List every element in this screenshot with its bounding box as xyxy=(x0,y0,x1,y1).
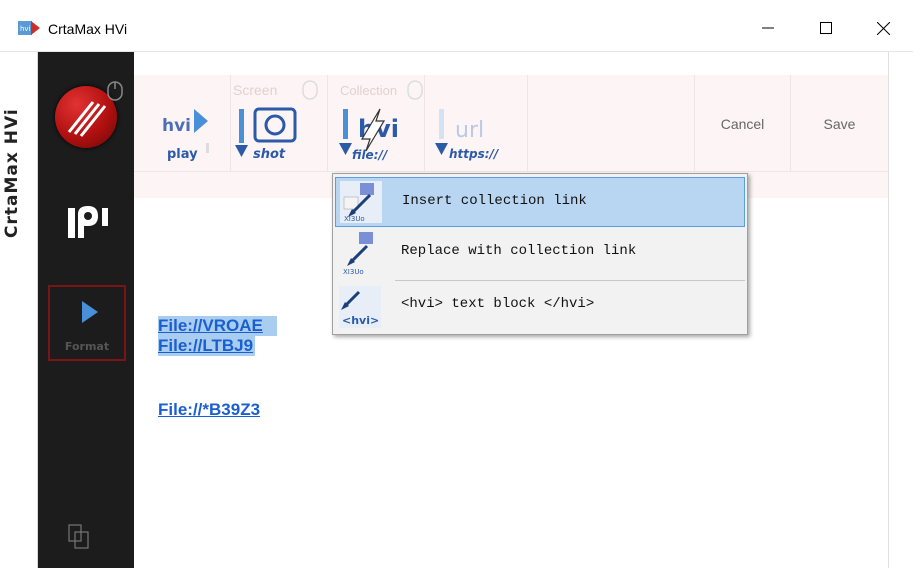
maximize-button[interactable] xyxy=(803,10,849,46)
svg-text:url: url xyxy=(455,118,484,143)
play-arrow-icon xyxy=(82,301,98,323)
svg-text:play: play xyxy=(167,147,198,162)
svg-text:Collection: Collection xyxy=(340,83,397,98)
brand-vertical-label: CrtaMax HVi xyxy=(2,108,22,238)
collection-file-icon: Collection hvi file:// xyxy=(339,80,423,162)
hvi-play-button[interactable]: hvi play xyxy=(134,75,231,172)
url-https-icon: url https:// xyxy=(435,109,500,161)
svg-text:XI3Uo: XI3Uo xyxy=(343,268,364,276)
insert-collection-link-icon: XI3Uo xyxy=(340,181,382,223)
maximize-icon xyxy=(820,22,832,34)
menu-separator xyxy=(395,280,745,281)
menu-item-label: Insert collection link xyxy=(402,193,587,209)
menu-item-hvi-text-block[interactable]: <hvi> <hvi> text block </hvi> xyxy=(335,284,745,332)
menu-item-label: Replace with collection link xyxy=(401,243,637,259)
screenshot-button[interactable]: Screen shot xyxy=(231,75,328,172)
brand-strip: CrtaMax HVi xyxy=(0,52,38,568)
close-icon xyxy=(876,21,890,35)
minimize-icon xyxy=(762,27,774,29)
lp-logo-icon[interactable] xyxy=(64,200,112,242)
collection-file-button[interactable]: Collection hvi file:// xyxy=(328,75,425,172)
minimize-button[interactable] xyxy=(745,10,791,46)
format-button[interactable]: Format xyxy=(48,285,126,361)
context-menu: XI3Uo Insert collection link XI3Uo Repla… xyxy=(332,173,748,335)
menu-item-insert-collection-link[interactable]: XI3Uo Insert collection link xyxy=(335,177,745,227)
sidebar: Format xyxy=(38,52,134,568)
menu-item-label: <hvi> text block </hvi> xyxy=(401,296,595,312)
menu-item-replace-collection-link[interactable]: XI3Uo Replace with collection link xyxy=(335,228,745,278)
copy-window-icon[interactable] xyxy=(68,524,90,550)
hvi-text-block-icon: <hvi> xyxy=(339,286,381,328)
svg-text:file://: file:// xyxy=(352,148,389,162)
app-icon: hvi xyxy=(18,21,40,35)
svg-text:<hvi>: <hvi> xyxy=(342,314,379,327)
collection-link[interactable]: File://LTBJ9 xyxy=(158,336,256,356)
cancel-button[interactable]: Cancel xyxy=(694,75,790,172)
format-label: Format xyxy=(64,340,110,353)
svg-text:Screen: Screen xyxy=(233,82,277,98)
svg-text:shot: shot xyxy=(253,147,286,162)
mouse-icon xyxy=(107,81,123,101)
replace-collection-link-icon: XI3Uo xyxy=(343,232,373,276)
collection-link[interactable]: File://VROAE xyxy=(158,316,277,336)
window-title: CrtaMax HVi xyxy=(48,21,128,37)
collection-link[interactable]: File://*B39Z3 xyxy=(158,400,260,420)
hvi-play-icon: hvi play xyxy=(162,109,209,162)
svg-text:XI3Uo: XI3Uo xyxy=(344,215,365,223)
camera-icon: Screen shot xyxy=(233,80,318,162)
svg-text:hvi: hvi xyxy=(20,25,31,33)
close-button[interactable] xyxy=(860,10,906,46)
svg-text:https://: https:// xyxy=(449,147,500,161)
toolbar: hvi play Screen shot Collection hvi file… xyxy=(134,75,888,172)
right-edge-panel xyxy=(888,52,913,568)
title-bar: hvi CrtaMax HVi xyxy=(0,0,913,52)
save-button[interactable]: Save xyxy=(790,75,888,172)
url-https-button[interactable]: url https:// xyxy=(425,75,528,172)
svg-text:hvi: hvi xyxy=(162,116,191,136)
